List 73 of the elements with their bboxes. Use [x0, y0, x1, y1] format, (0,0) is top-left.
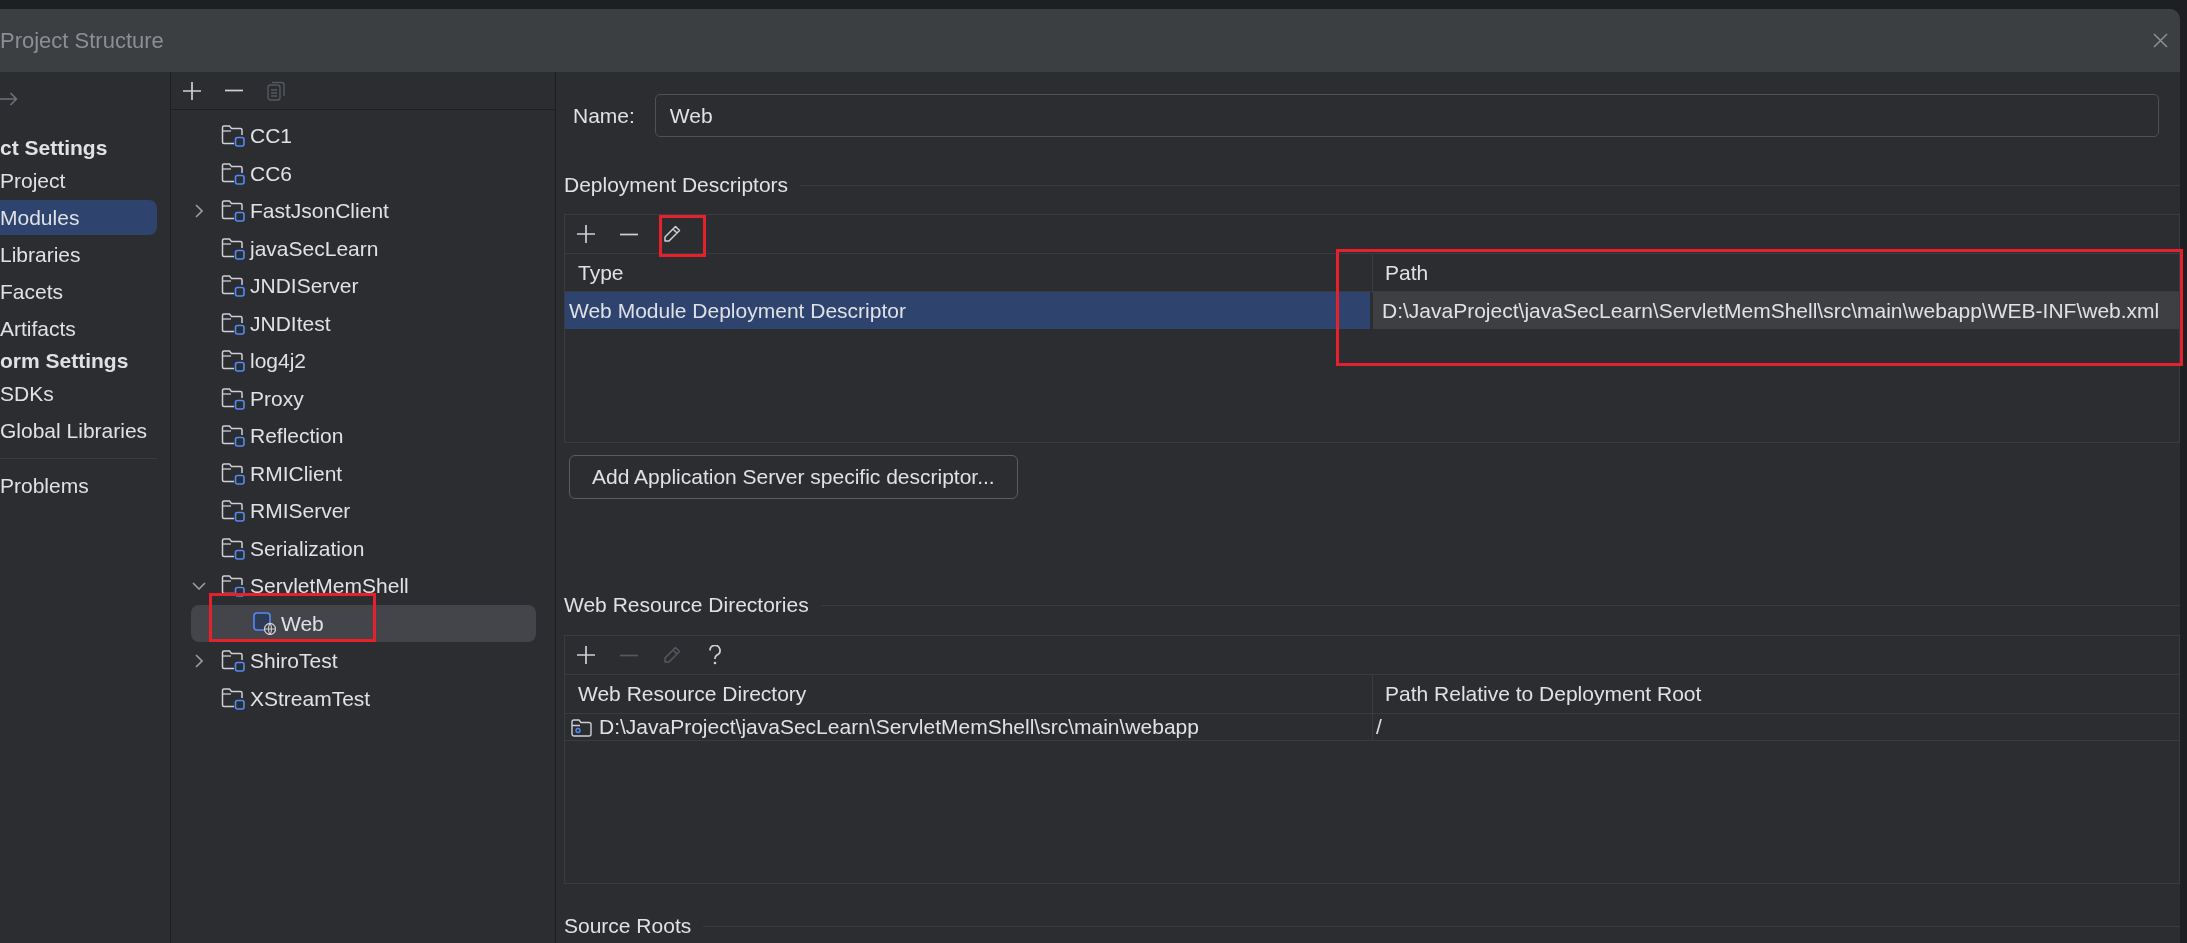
copy-icon	[267, 80, 285, 101]
module-folder-icon	[221, 686, 245, 710]
tree-item[interactable]: javaSecLearn	[191, 229, 536, 267]
tree-item[interactable]: CC1	[191, 117, 536, 155]
column-header[interactable]: Web Resource Directory	[578, 678, 807, 710]
module-folder-icon	[221, 386, 245, 410]
column-header[interactable]: Path Relative to Deployment Root	[1385, 678, 1702, 710]
sidebar-item[interactable]: Libraries	[0, 237, 157, 272]
sidebar-item[interactable]: Modules	[0, 200, 157, 235]
module-folder-icon	[221, 574, 245, 598]
tree-item[interactable]: Proxy	[191, 379, 536, 417]
name-field[interactable]: Web	[654, 94, 2159, 137]
plus-icon	[182, 80, 202, 101]
module-folder-icon	[221, 349, 245, 373]
plus-icon	[576, 645, 596, 665]
plus-icon	[576, 224, 596, 244]
tree-item[interactable]: Web	[191, 604, 536, 642]
module-folder-icon	[221, 124, 245, 148]
sidebar-section-header: ct Settings	[0, 135, 108, 162]
web-module-icon	[253, 611, 276, 635]
module-folder-icon	[221, 274, 245, 298]
pencil-icon	[663, 225, 681, 243]
minus-icon	[619, 653, 639, 657]
help-icon	[708, 645, 722, 665]
chevron-down-icon[interactable]	[192, 581, 206, 590]
table-cell: D:\JavaProject\javaSecLearn\ServletMemShell\src\main\webapp\WEB-INF\web.xml	[1373, 292, 2179, 329]
module-folder-icon	[221, 424, 245, 448]
window-title: Project Structure	[0, 27, 164, 55]
module-folder-icon	[221, 311, 245, 335]
module-folder-icon	[221, 161, 245, 185]
module-folder-icon	[221, 236, 245, 260]
sidebar-item[interactable]: Project	[0, 163, 157, 198]
tree-item[interactable]: Serialization	[191, 529, 536, 567]
section-title: Source Roots	[564, 913, 692, 940]
sidebar-item[interactable]: Artifacts	[0, 311, 157, 346]
tree-item[interactable]: JNDItest	[191, 304, 536, 342]
tree-item[interactable]: CC6	[191, 154, 536, 192]
tree-item[interactable]: RMIServer	[191, 492, 536, 530]
minus-icon	[619, 232, 639, 236]
section-title: Web Resource Directories	[564, 592, 809, 619]
tree-item[interactable]: ServletMemShell	[191, 567, 536, 605]
sidebar-item[interactable]: SDKs	[0, 376, 157, 411]
tree-item[interactable]: XStreamTest	[191, 679, 536, 717]
sidebar-section-header: orm Settings	[0, 348, 129, 375]
column-header[interactable]: Path	[1385, 256, 1429, 289]
module-folder-icon	[221, 199, 245, 223]
tree-item[interactable]: FastJsonClient	[191, 192, 536, 230]
tree-item[interactable]: JNDIServer	[191, 267, 536, 305]
name-label: Name:	[573, 102, 635, 129]
module-folder-icon	[221, 461, 245, 485]
table-cell-text: /	[1375, 714, 1383, 740]
table-cell-text: D:\JavaProject\javaSecLearn\ServletMemShell\src\main\webapp	[599, 714, 1199, 741]
sidebar-item[interactable]: Facets	[0, 274, 157, 309]
column-header[interactable]: Type	[578, 256, 624, 289]
close-icon	[2152, 33, 2168, 48]
section-title: Deployment Descriptors	[564, 172, 789, 199]
minus-icon	[224, 89, 244, 92]
table-cell: Web Module Deployment Descriptor	[565, 292, 1373, 329]
module-folder-icon	[221, 536, 245, 560]
sidebar-item[interactable]: Global Libraries	[0, 413, 157, 448]
sidebar-item[interactable]: Problems	[0, 468, 157, 503]
tree-item[interactable]: Reflection	[191, 417, 536, 455]
tree-item[interactable]: ShiroTest	[191, 642, 536, 680]
module-folder-icon	[221, 499, 245, 523]
module-folder-icon	[221, 649, 245, 673]
chevron-right-icon[interactable]	[195, 653, 203, 668]
tree-item[interactable]: log4j2	[191, 342, 536, 380]
folder-icon	[571, 717, 592, 737]
arrow-right-icon[interactable]	[0, 92, 18, 106]
chevron-right-icon[interactable]	[195, 203, 203, 218]
tree-item[interactable]: RMIClient	[191, 454, 536, 492]
add-descriptor-button[interactable]: Add Application Server specific descriptor...	[569, 455, 1018, 499]
pencil-icon	[663, 646, 681, 664]
